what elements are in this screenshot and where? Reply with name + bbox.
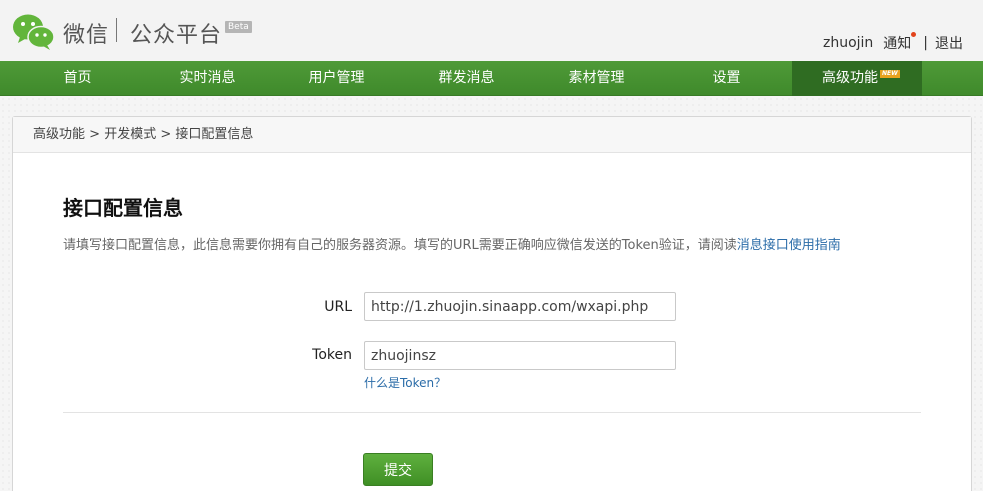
breadcrumb-sep: > xyxy=(89,127,101,142)
breadcrumb-sep: > xyxy=(160,127,172,142)
nav-item-mass-messages[interactable]: 群发消息 xyxy=(404,61,529,96)
what-is-token-link[interactable]: 什么是Token？ xyxy=(364,374,446,391)
logout-link[interactable]: 退出 xyxy=(935,33,963,53)
description-text: 请填写接口配置信息，此信息需要你拥有自己的服务器资源。填写的URL需要正确响应微… xyxy=(63,238,737,253)
message-api-guide-link[interactable]: 消息接口使用指南 xyxy=(737,238,841,253)
beta-badge: Beta xyxy=(225,21,252,33)
breadcrumb: 高级功能 > 开发模式 > 接口配置信息 xyxy=(13,117,971,153)
wechat-logo-icon xyxy=(13,14,55,50)
nav-item-advanced-label: 高级功能 xyxy=(822,70,878,86)
brand-separator xyxy=(116,18,117,42)
username-link[interactable]: zhuojin xyxy=(823,35,873,51)
nav-item-materials[interactable]: 素材管理 xyxy=(534,61,659,96)
submit-button[interactable]: 提交 xyxy=(363,453,433,486)
brand-platform: 公众平台 xyxy=(130,23,223,48)
main-nav: 首页 实时消息 用户管理 群发消息 素材管理 设置 高级功能 NEW xyxy=(0,61,983,96)
url-label: URL xyxy=(324,299,352,315)
brand-wechat: 微信 xyxy=(63,23,110,48)
breadcrumb-advanced[interactable]: 高级功能 xyxy=(33,127,85,142)
breadcrumb-current: 接口配置信息 xyxy=(175,127,254,142)
page-description: 请填写接口配置信息，此信息需要你拥有自己的服务器资源。填写的URL需要正确响应微… xyxy=(63,234,841,253)
token-input[interactable] xyxy=(364,341,676,370)
breadcrumb-dev-mode[interactable]: 开发模式 xyxy=(104,127,156,142)
top-header: 微信 公众平台 Beta zhuojin 通知 | 退出 xyxy=(0,0,983,60)
header-divider: | xyxy=(923,35,928,51)
page-title: 接口配置信息 xyxy=(63,196,183,220)
user-area: zhuojin 通知 | 退出 xyxy=(823,32,963,53)
nav-item-home[interactable]: 首页 xyxy=(0,61,155,96)
nav-item-settings[interactable]: 设置 xyxy=(664,61,789,96)
nav-item-realtime-messages[interactable]: 实时消息 xyxy=(155,61,260,96)
notification-dot-icon xyxy=(911,32,917,37)
config-panel: 高级功能 > 开发模式 > 接口配置信息 接口配置信息 请填写接口配置信息，此信… xyxy=(12,116,972,491)
notifications-link[interactable]: 通知 xyxy=(883,32,917,53)
token-label: Token xyxy=(312,347,352,363)
url-input[interactable] xyxy=(364,292,676,321)
nav-item-advanced[interactable]: 高级功能 NEW xyxy=(792,61,922,96)
nav-item-user-management[interactable]: 用户管理 xyxy=(274,61,399,96)
notifications-label: 通知 xyxy=(883,36,912,52)
form-divider xyxy=(63,412,921,413)
new-badge: NEW xyxy=(880,70,900,78)
